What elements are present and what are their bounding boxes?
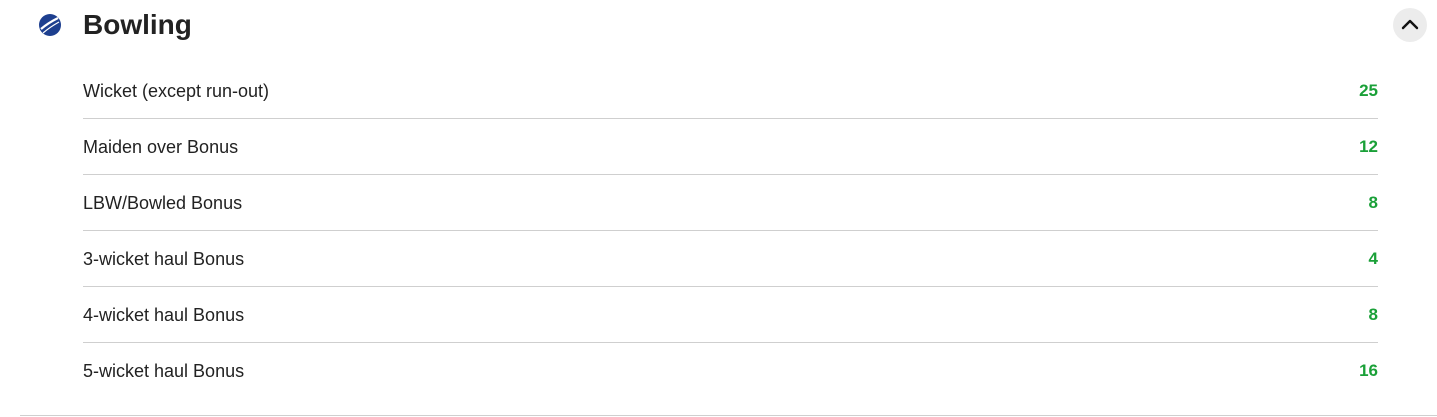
points-value: 8 — [1368, 193, 1378, 212]
list-item: 5-wicket haul Bonus 16 — [83, 343, 1378, 398]
points-value: 4 — [1368, 249, 1378, 268]
points-value: 16 — [1359, 361, 1378, 380]
points-value: 8 — [1368, 305, 1378, 324]
points-list: Wicket (except run-out) 25 Maiden over B… — [83, 63, 1378, 398]
points-value: 25 — [1359, 81, 1378, 100]
chevron-up-icon — [1401, 19, 1419, 30]
list-item: Wicket (except run-out) 25 — [83, 63, 1378, 119]
section-title: Bowling — [83, 9, 192, 40]
section-divider — [20, 415, 1437, 416]
collapse-button[interactable] — [1393, 8, 1427, 42]
points-label: 3-wicket haul Bonus — [83, 249, 245, 269]
cricket-ball-icon — [38, 13, 62, 37]
section-header: Bowling — [0, 0, 1437, 50]
list-item: 3-wicket haul Bonus 4 — [83, 231, 1378, 287]
bowling-section: Bowling Wicket (except run-out) 25 Maide… — [0, 0, 1437, 417]
list-item: 4-wicket haul Bonus 8 — [83, 287, 1378, 343]
points-label: Maiden over Bonus — [83, 137, 239, 157]
list-item: LBW/Bowled Bonus 8 — [83, 175, 1378, 231]
points-label: LBW/Bowled Bonus — [83, 193, 243, 213]
points-label: 5-wicket haul Bonus — [83, 361, 245, 381]
points-label: 4-wicket haul Bonus — [83, 305, 245, 325]
points-value: 12 — [1359, 137, 1378, 156]
points-label: Wicket (except run-out) — [83, 81, 270, 101]
list-item: Maiden over Bonus 12 — [83, 119, 1378, 175]
